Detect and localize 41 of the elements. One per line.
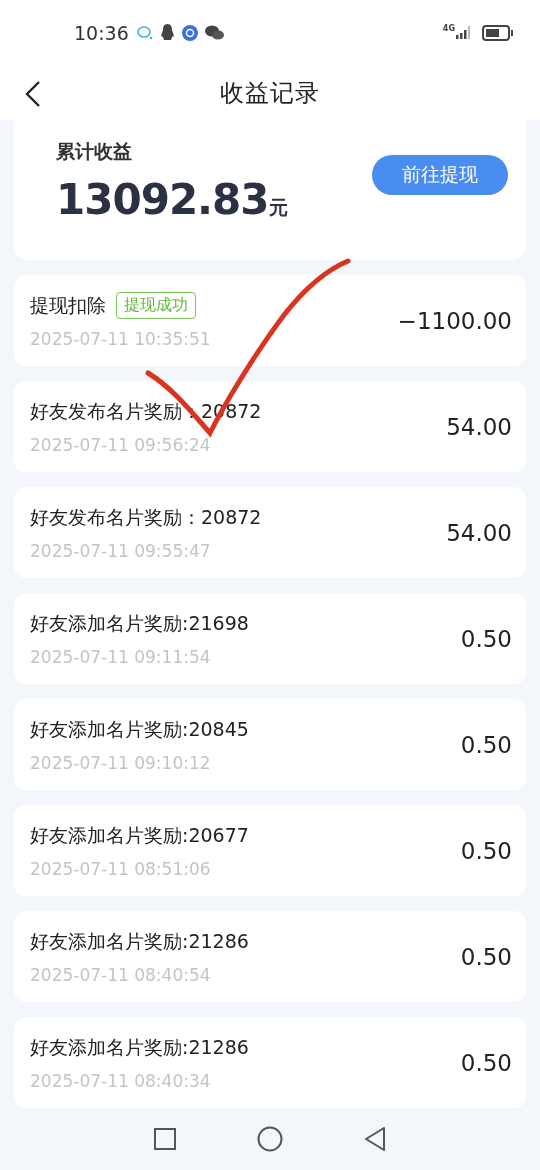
record-title: 好友添加名片奖励:20677 bbox=[30, 822, 249, 848]
record-title: 好友添加名片奖励:21286 bbox=[30, 928, 249, 954]
page-title: 收益记录 bbox=[220, 77, 320, 109]
record-title: 提现扣除 bbox=[30, 292, 106, 318]
record-time: 2025-07-11 09:55:47 bbox=[30, 540, 212, 561]
back-icon bbox=[24, 80, 42, 108]
record-amount: 0.50 bbox=[460, 943, 512, 970]
status-tag: 提现成功 bbox=[116, 292, 196, 319]
record-time: 2025-07-11 08:40:34 bbox=[30, 1070, 212, 1091]
record-amount: 54.00 bbox=[446, 519, 512, 546]
battery-icon bbox=[482, 24, 514, 41]
signal-icon bbox=[456, 25, 472, 40]
withdraw-button[interactable]: 前往提现 bbox=[372, 155, 508, 195]
currency-unit: 元 bbox=[268, 195, 288, 220]
record-time: 2025-07-11 08:51:06 bbox=[30, 858, 212, 879]
record-time: 2025-07-11 09:11:54 bbox=[30, 646, 212, 667]
record-title: 好友发布名片奖励：20872 bbox=[30, 504, 262, 530]
record-amount: 0.50 bbox=[460, 837, 512, 864]
record-amount: 0.50 bbox=[460, 625, 512, 652]
record-title: 好友添加名片奖励:21286 bbox=[30, 1034, 249, 1060]
wechat-icon bbox=[204, 25, 224, 40]
record-title: 好友添加名片奖励:20845 bbox=[30, 716, 249, 742]
back-nav-button[interactable] bbox=[363, 1126, 387, 1152]
record-time: 2025-07-11 10:35:51 bbox=[30, 329, 212, 349]
record-amount: −1100.00 bbox=[397, 307, 512, 334]
recent-apps-button[interactable] bbox=[153, 1127, 177, 1151]
clock-time: 10:36 bbox=[74, 21, 129, 44]
record-time: 2025-07-11 09:56:24 bbox=[30, 434, 212, 455]
total-earnings-label: 累计收益 bbox=[56, 138, 133, 164]
penguin-icon bbox=[159, 24, 175, 41]
home-button[interactable] bbox=[257, 1126, 283, 1152]
record-time: 2025-07-11 09:10:12 bbox=[30, 752, 212, 773]
chat-bubble-icon bbox=[136, 25, 153, 40]
record-amount: 0.50 bbox=[460, 1049, 512, 1076]
total-earnings-amount: 13092.83 bbox=[56, 174, 269, 224]
network-type: 4G bbox=[442, 24, 455, 33]
record-time: 2025-07-11 08:40:54 bbox=[30, 964, 212, 985]
record-title: 好友添加名片奖励:21698 bbox=[30, 610, 249, 636]
record-amount: 54.00 bbox=[446, 413, 512, 440]
music-app-icon bbox=[181, 24, 198, 41]
record-amount: 0.50 bbox=[460, 731, 512, 758]
